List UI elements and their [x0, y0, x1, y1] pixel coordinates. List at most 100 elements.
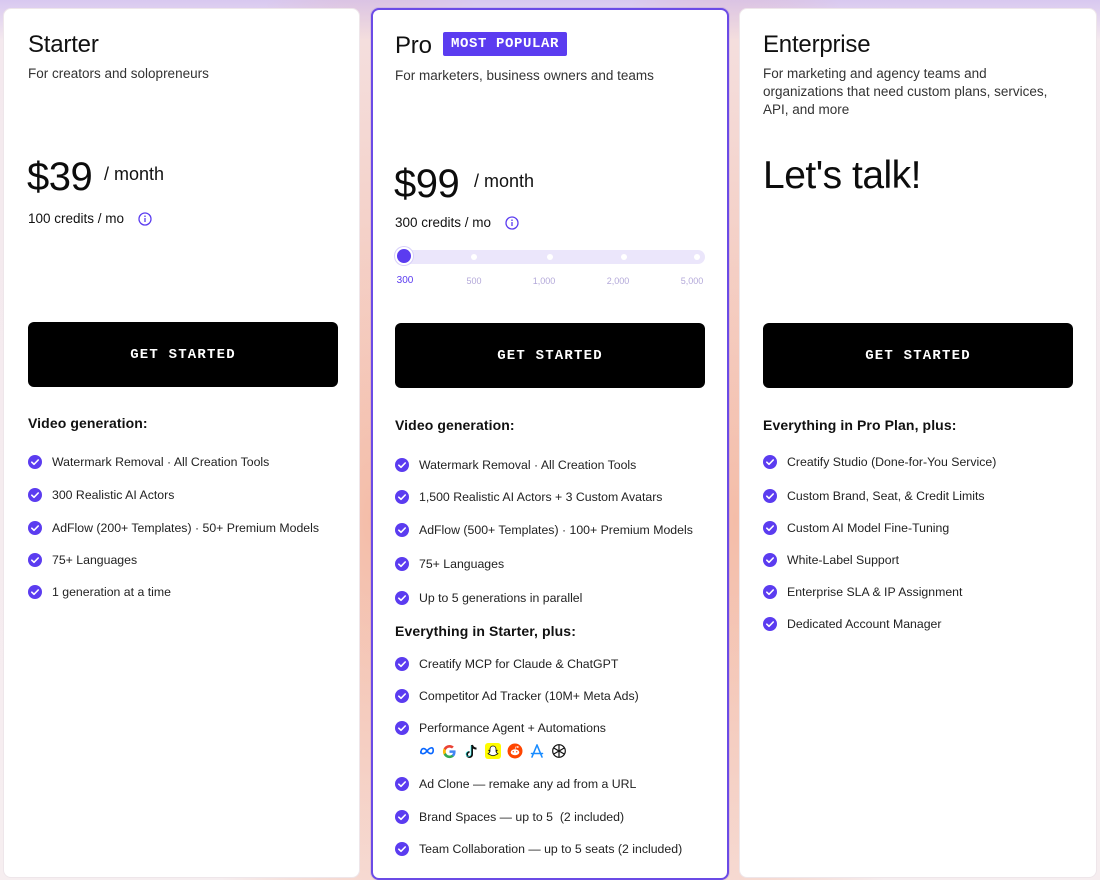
credits-label: 300 credits / mo [395, 215, 519, 230]
section-title: Everything in Pro Plan, plus: [763, 417, 957, 433]
feature-text: 1 generation at a time [52, 585, 171, 599]
plan-name: Pro [395, 32, 432, 59]
check-icon [763, 553, 777, 567]
feature-item: Watermark Removal · All Creation Tools [28, 455, 269, 469]
check-icon [395, 842, 409, 856]
price-period: / month [104, 164, 165, 184]
feature-text: Enterprise SLA & IP Assignment [787, 585, 963, 599]
feature-item: Enterprise SLA & IP Assignment [763, 585, 962, 599]
slider-thumb[interactable] [395, 247, 413, 265]
check-icon [395, 657, 409, 671]
plan-description: For creators and solopreneurs [28, 66, 209, 81]
slider-tick-label[interactable]: 300 [397, 275, 414, 286]
feature-item: 300 Realistic AI Actors [28, 488, 174, 502]
slider-stop[interactable] [471, 254, 477, 260]
slider-tick-label[interactable]: 2,000 [607, 276, 630, 286]
plan-description: For marketing and agency teams and organ… [763, 65, 1047, 119]
plan-price: $39 [27, 155, 93, 199]
plan-description: For marketers, business owners and teams [395, 68, 654, 83]
feature-item: 75+ Languages [395, 557, 504, 571]
feature-item: Watermark Removal · All Creation Tools [395, 458, 636, 472]
snapchat-icon [485, 743, 501, 759]
feature-text: 1,500 Realistic AI Actors + 3 Custom Ava… [419, 490, 663, 504]
platform-icons [419, 743, 567, 759]
slider-stop[interactable] [694, 254, 700, 260]
feature-item: 1,500 Realistic AI Actors + 3 Custom Ava… [395, 490, 662, 504]
check-icon [395, 689, 409, 703]
feature-text: AdFlow (500+ Templates) · 100+ Premium M… [419, 523, 693, 537]
feature-text: Creatify Studio (Done-for-You Service) [787, 455, 997, 469]
feature-text: Performance Agent + Automations [419, 721, 606, 735]
get-started-button[interactable]: GET STARTED [395, 323, 705, 388]
get-started-button[interactable]: GET STARTED [763, 323, 1073, 388]
feature-text: Custom AI Model Fine-Tuning [787, 521, 950, 535]
description-line: organizations that need custom plans, se… [763, 84, 1048, 99]
check-icon [395, 777, 409, 791]
feature-text: Creatify MCP for Claude & ChatGPT [419, 657, 619, 671]
slider-stop[interactable] [621, 254, 627, 260]
reddit-icon [507, 743, 523, 759]
slider-stop[interactable] [547, 254, 553, 260]
check-icon [28, 488, 42, 502]
check-icon [395, 490, 409, 504]
check-icon [395, 721, 409, 735]
get-started-button[interactable]: GET STARTED [28, 322, 338, 387]
slider-tick-label[interactable]: 1,000 [533, 276, 556, 286]
check-icon [28, 553, 42, 567]
feature-item: Ad Clone — remake any ad from a URL [395, 777, 636, 791]
check-icon [763, 521, 777, 535]
plan-card-enterprise: Enterprise For marketing and agency team… [739, 8, 1097, 878]
description-line: For marketing and agency teams and [763, 66, 987, 81]
tiktok-icon [463, 743, 479, 759]
feature-item: 75+ Languages [28, 553, 137, 567]
plan-price: $99 [394, 162, 460, 206]
feature-item: Team Collaboration — up to 5 seats (2 in… [395, 842, 682, 856]
info-icon[interactable] [505, 216, 519, 230]
feature-item: 1 generation at a time [28, 585, 171, 599]
check-icon [395, 557, 409, 571]
meta-icon [419, 743, 435, 759]
plan-card-pro: Pro MOST POPULAR For marketers, business… [371, 8, 729, 880]
feature-text: AdFlow (200+ Templates) · 50+ Premium Mo… [52, 521, 320, 535]
feature-text: Watermark Removal · All Creation Tools [419, 458, 637, 472]
feature-text: Custom Brand, Seat, & Credit Limits [787, 489, 985, 503]
feature-text: Competitor Ad Tracker (10M+ Meta Ads) [419, 689, 639, 703]
check-icon [395, 458, 409, 472]
feature-item: AdFlow (500+ Templates) · 100+ Premium M… [395, 523, 693, 537]
check-icon [763, 585, 777, 599]
credits-text: 300 credits / mo [395, 215, 492, 230]
check-icon [28, 585, 42, 599]
feature-item: Up to 5 generations in parallel [395, 591, 582, 605]
feature-item: Creatify Studio (Done-for-You Service) [763, 455, 996, 469]
credits-label: 100 credits / mo [28, 211, 152, 226]
check-icon [763, 617, 777, 631]
most-popular-badge: MOST POPULAR [443, 32, 568, 56]
feature-text: Watermark Removal · All Creation Tools [52, 455, 270, 469]
feature-item: AdFlow (200+ Templates) · 50+ Premium Mo… [28, 521, 319, 535]
check-icon [28, 521, 42, 535]
check-icon [763, 489, 777, 503]
feature-text: Dedicated Account Manager [787, 617, 942, 631]
check-icon [395, 810, 409, 824]
check-icon [763, 455, 777, 469]
google-icon [441, 743, 457, 759]
contact-headline: Let's talk! [763, 154, 922, 197]
section-title: Video generation: [395, 417, 515, 433]
credits-text: 100 credits / mo [28, 211, 125, 226]
feature-item: Creatify MCP for Claude & ChatGPT [395, 657, 618, 671]
plan-card-starter: Starter For creators and solopreneurs $3… [3, 8, 360, 878]
feature-item: Custom AI Model Fine-Tuning [763, 521, 949, 535]
info-icon[interactable] [138, 212, 152, 226]
feature-text: White-Label Support [787, 553, 900, 567]
feature-text: 300 Realistic AI Actors [52, 488, 175, 502]
slider-tick-label[interactable]: 5,000 [681, 276, 704, 286]
feature-item: Dedicated Account Manager [763, 617, 942, 631]
check-icon [28, 455, 42, 469]
price-period: / month [474, 171, 535, 191]
slider-tick-label[interactable]: 500 [466, 276, 481, 286]
openai-icon [551, 743, 567, 759]
feature-item: Custom Brand, Seat, & Credit Limits [763, 489, 985, 503]
feature-text: Team Collaboration — up to 5 seats (2 in… [419, 842, 683, 856]
app-store-icon [529, 743, 545, 759]
section-title: Everything in Starter, plus: [395, 623, 576, 639]
